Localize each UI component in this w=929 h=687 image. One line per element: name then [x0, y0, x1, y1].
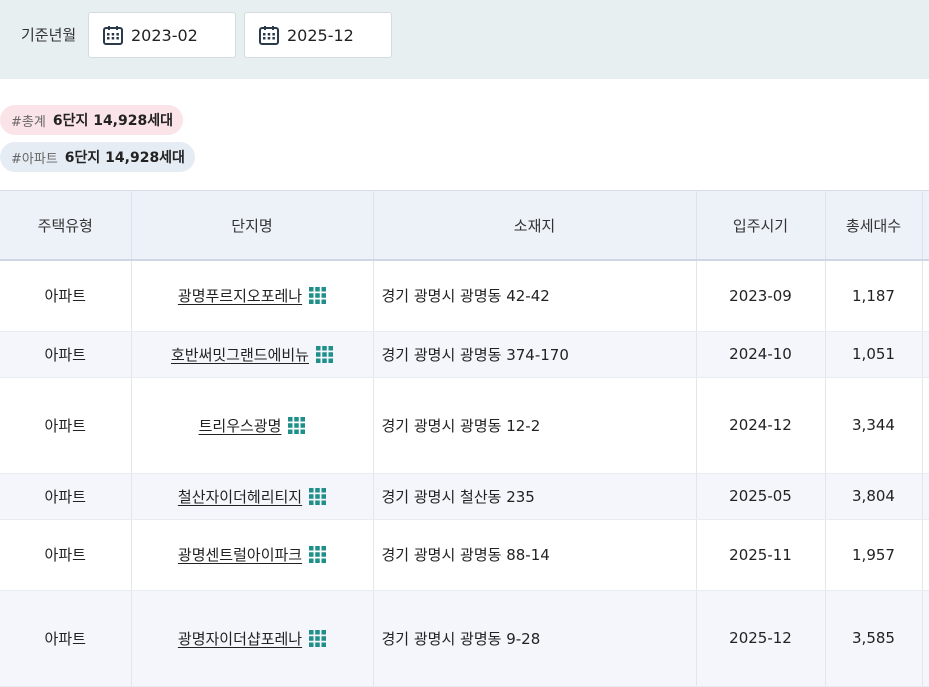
tag-hash: #총계 — [11, 114, 46, 130]
grid-icon[interactable] — [309, 546, 327, 563]
col-header-type[interactable]: 주택유형 — [0, 190, 132, 261]
table-edge — [922, 190, 929, 261]
date-to-value: 2025-12 — [287, 25, 354, 45]
table-edge — [922, 331, 929, 378]
tag-count: 6단지 14,928세대 — [52, 113, 173, 129]
complex-name-link[interactable]: 광명푸르지오포레나 — [178, 287, 302, 305]
grid-icon[interactable] — [288, 416, 306, 434]
table-row: 아파트 철산자이더헤리티지 경기 광명시 철산동 235 2025-05 3,8… — [0, 473, 929, 520]
grid-icon[interactable] — [309, 487, 327, 505]
cell-name: 광명자이더샵포레나 — [131, 590, 374, 687]
cell-move-in: 2025-12 — [696, 590, 826, 687]
summary-tag-apartment: #아파트 6단지 14,928세대 — [0, 142, 195, 172]
col-header-households[interactable]: 총세대수 — [825, 190, 923, 261]
table-edge — [922, 377, 929, 474]
table-row: 아파트 트리우스광명 경기 광명시 광명동 12-2 2024-12 3,344 — [0, 377, 929, 474]
calendar-icon — [103, 26, 123, 45]
cell-households: 1,187 — [825, 260, 923, 332]
summary-tag-total: #총계 6단지 14,928세대 — [0, 105, 183, 135]
table-row: 아파트 호반써밋그랜드에비뉴 경기 광명시 광명동 374-170 2024-1… — [0, 331, 929, 378]
cell-households: 3,804 — [825, 473, 923, 520]
tag-hash: #아파트 — [11, 151, 58, 167]
complex-name-link[interactable]: 트리우스광명 — [199, 417, 282, 435]
complex-table: 주택유형 단지명 소재지 입주시기 총세대수 아파트 광명푸르지오포레나 경기 … — [0, 190, 929, 687]
cell-name: 트리우스광명 — [131, 377, 374, 474]
complex-name-link[interactable]: 호반써밋그랜드에비뉴 — [171, 346, 309, 364]
cell-address: 경기 광명시 광명동 88-14 — [373, 519, 697, 591]
table-header-row: 주택유형 단지명 소재지 입주시기 총세대수 — [0, 190, 929, 261]
table-edge — [922, 260, 929, 332]
table-row: 아파트 광명자이더샵포레나 경기 광명시 광명동 9-28 2025-12 3,… — [0, 590, 929, 687]
cell-name: 광명센트럴아이파크 — [131, 519, 374, 591]
date-from-field[interactable]: 2023-02 — [88, 12, 236, 58]
cell-address: 경기 광명시 광명동 42-42 — [373, 260, 697, 332]
filter-bar: 기준년월 2023-02 2025-12 — [0, 0, 929, 79]
cell-households: 3,585 — [825, 590, 923, 687]
table-edge — [922, 473, 929, 520]
cell-households: 3,344 — [825, 377, 923, 474]
cell-address: 경기 광명시 광명동 374-170 — [373, 331, 697, 378]
cell-type: 아파트 — [0, 260, 132, 332]
col-header-move-in[interactable]: 입주시기 — [696, 190, 826, 261]
cell-address: 경기 광명시 철산동 235 — [373, 473, 697, 520]
cell-address: 경기 광명시 광명동 12-2 — [373, 377, 697, 474]
table-row: 아파트 광명푸르지오포레나 경기 광명시 광명동 42-42 2023-09 1… — [0, 260, 929, 332]
calendar-icon — [259, 26, 279, 45]
table-edge — [922, 519, 929, 591]
grid-icon[interactable] — [316, 345, 333, 363]
cell-move-in: 2025-05 — [696, 473, 826, 520]
complex-name-link[interactable]: 철산자이더헤리티지 — [178, 488, 302, 506]
cell-move-in: 2024-12 — [696, 377, 826, 474]
grid-icon[interactable] — [309, 287, 327, 305]
cell-type: 아파트 — [0, 331, 132, 378]
col-header-address[interactable]: 소재지 — [373, 190, 697, 261]
cell-name: 호반써밋그랜드에비뉴 — [131, 331, 374, 378]
table-row: 아파트 광명센트럴아이파크 경기 광명시 광명동 88-14 2025-11 1… — [0, 519, 929, 591]
cell-move-in: 2023-09 — [696, 260, 826, 332]
complex-name-link[interactable]: 광명자이더샵포레나 — [178, 630, 302, 648]
tag-count: 6단지 14,928세대 — [64, 150, 185, 166]
cell-type: 아파트 — [0, 377, 132, 474]
cell-type: 아파트 — [0, 519, 132, 591]
cell-households: 1,957 — [825, 519, 923, 591]
complex-name-link[interactable]: 광명센트럴아이파크 — [178, 546, 302, 564]
date-to-field[interactable]: 2025-12 — [244, 12, 392, 58]
cell-households: 1,051 — [825, 331, 923, 378]
cell-move-in: 2024-10 — [696, 331, 826, 378]
filter-label: 기준년월 — [21, 26, 77, 44]
table-edge — [922, 590, 929, 687]
cell-name: 철산자이더헤리티지 — [131, 473, 374, 520]
col-header-name[interactable]: 단지명 — [131, 190, 374, 261]
cell-move-in: 2025-11 — [696, 519, 826, 591]
cell-type: 아파트 — [0, 473, 132, 520]
grid-icon[interactable] — [309, 629, 327, 647]
cell-name: 광명푸르지오포레나 — [131, 260, 374, 332]
cell-address: 경기 광명시 광명동 9-28 — [373, 590, 697, 687]
date-from-value: 2023-02 — [131, 25, 198, 45]
cell-type: 아파트 — [0, 590, 132, 687]
